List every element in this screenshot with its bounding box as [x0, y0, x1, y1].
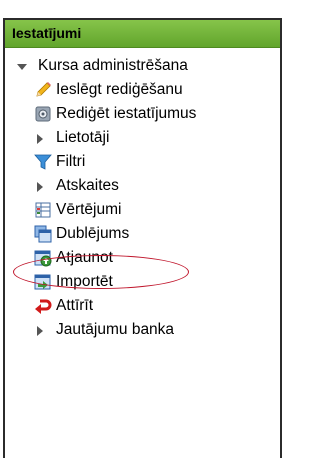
tree-item-restore[interactable]: Atjaunot: [34, 246, 113, 270]
settings-icon: [34, 105, 52, 123]
tree-item-grades[interactable]: Vērtējumi: [34, 198, 121, 222]
settings-block: Iestatījumi Kursa administrēšana Ieslēgt…: [3, 18, 282, 458]
block-title: Iestatījumi: [12, 25, 82, 41]
block-header: Iestatījumi: [5, 20, 280, 48]
tree-item-question-bank[interactable]: Jautājumu banka: [34, 318, 174, 342]
filter-icon: [34, 153, 52, 171]
reset-icon: [34, 297, 52, 315]
tree-item-edit-settings[interactable]: Rediģēt iestatījumus: [34, 102, 196, 126]
collapsed-triangle-icon[interactable]: [34, 324, 46, 336]
tree-item-turn-editing-on[interactable]: Ieslēgt rediģēšanu: [34, 78, 183, 102]
tree-item-reset[interactable]: Attīrīt: [34, 294, 93, 318]
pencil-icon: [34, 81, 52, 99]
expanded-triangle-icon[interactable]: [16, 60, 28, 72]
tree-item-users[interactable]: Lietotāji: [34, 126, 109, 150]
tree-item-reports[interactable]: Atskaites: [34, 174, 119, 198]
grades-icon: [34, 201, 52, 219]
tree-item-label: Lietotāji: [56, 129, 110, 146]
tree-item-label: Ieslēgt rediģēšanu: [56, 81, 183, 98]
tree-item-label: Atskaites: [56, 177, 119, 194]
tree-item-label: Filtri: [56, 153, 86, 170]
collapsed-triangle-icon[interactable]: [34, 180, 46, 192]
tree-item-label: Jautājumu banka: [56, 321, 175, 338]
tree-item-label: Importēt: [56, 273, 113, 290]
tree-item-label: Attīrīt: [56, 297, 94, 314]
tree-item-course-administration[interactable]: Kursa administrēšana: [16, 54, 188, 78]
tree-item-label: Dublējums: [56, 225, 130, 242]
import-icon: [34, 273, 52, 291]
collapsed-triangle-icon[interactable]: [34, 132, 46, 144]
tree-item-import[interactable]: Importēt: [34, 270, 113, 294]
tree-item-label: Kursa administrēšana: [38, 57, 188, 74]
tree-item-label: Atjaunot: [56, 249, 113, 266]
tree-item-label: Rediģēt iestatījumus: [56, 105, 197, 122]
tree-item-backup[interactable]: Dublējums: [34, 222, 129, 246]
restore-icon: [34, 249, 52, 267]
tree-item-filters[interactable]: Filtri: [34, 150, 85, 174]
backup-icon: [34, 225, 52, 243]
tree-item-label: Vērtējumi: [56, 201, 122, 218]
